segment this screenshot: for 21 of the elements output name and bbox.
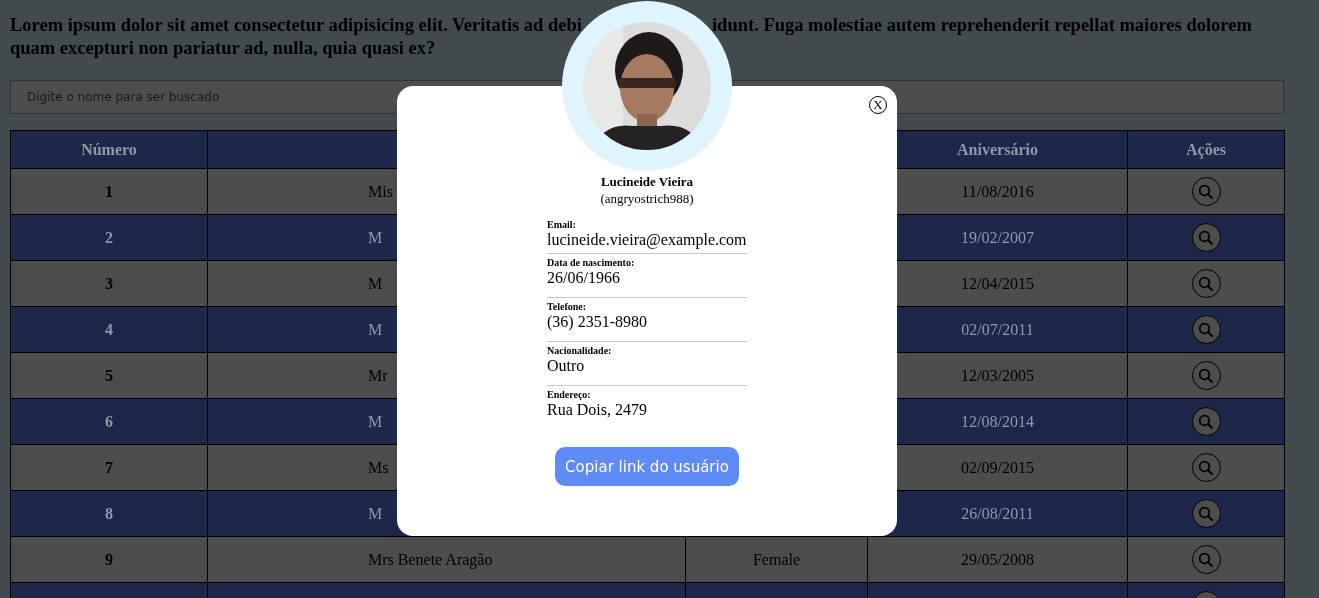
heading-text: Lorem ipsum dolor sit amet consectetur adipisicing elit. Veritatis ad debi [10, 15, 582, 35]
field-label: Endereço: [547, 389, 592, 401]
table-cell: 4 [10, 306, 208, 353]
table-cell: 6 [10, 398, 208, 445]
table-cell: 3 [10, 260, 208, 307]
table-cell: 2 [10, 214, 208, 261]
table-cell: 29/05/2008 [867, 536, 1128, 583]
heading-text: quam excepturi non pariatur ad, nulla, quia quasi ex? [10, 38, 436, 58]
table-cell: 8 [10, 490, 208, 537]
field-label: Email: [547, 219, 577, 231]
table-cell: 9 [10, 536, 208, 583]
field-value: 26/06/1966 [547, 269, 621, 287]
table-cell: 1 [10, 168, 208, 215]
field-value: Outro [547, 357, 586, 375]
field-value: Rua Dois, 2479 [547, 401, 648, 419]
table-cell: 7 [10, 444, 208, 491]
table-cell: 5 [10, 352, 208, 399]
column-header: Número [10, 130, 208, 169]
column-header: Ações [1127, 130, 1285, 169]
heading-text: idunt. Fuga molestiae autem reprehenderit repellat maiores dolorem [711, 15, 1252, 35]
field-value: (36) 2351-8980 [547, 313, 648, 331]
